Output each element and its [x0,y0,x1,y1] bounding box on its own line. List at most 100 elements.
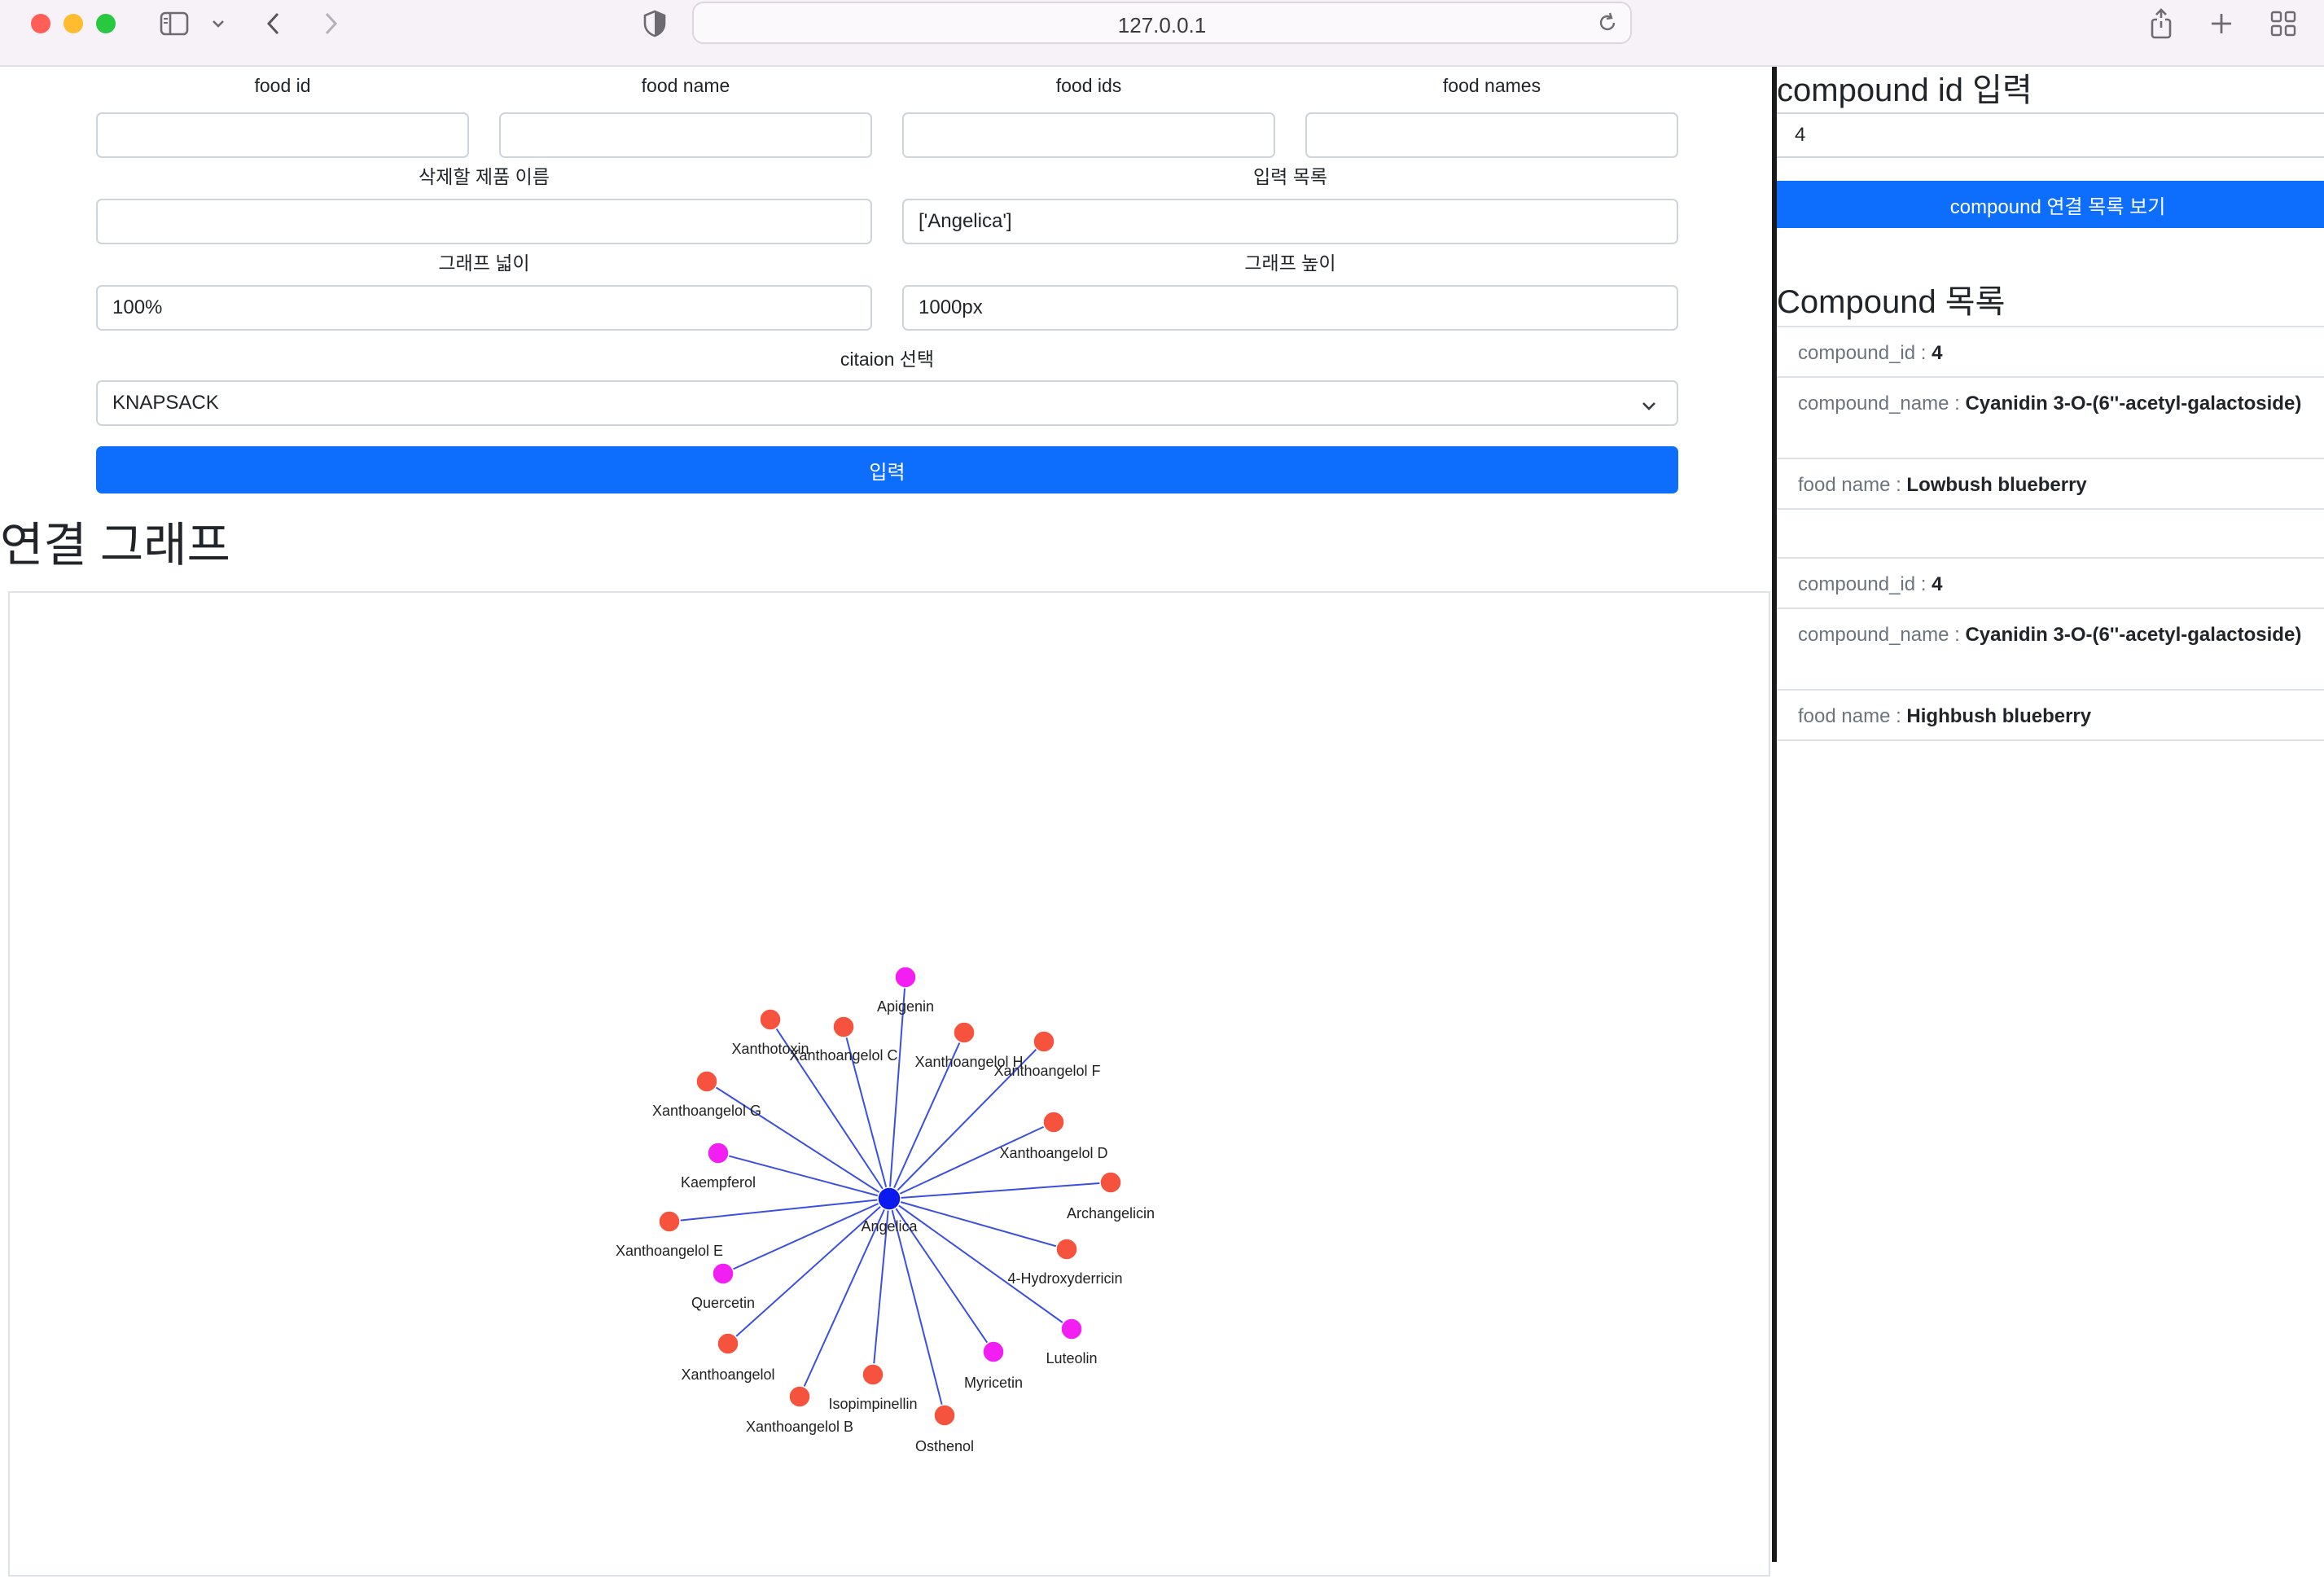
graph-node-label: Xanthoangelol C [789,1047,897,1064]
list-item: compound_name : Cyanidin 3-O-(6''-acetyl… [1777,376,2324,458]
list-item: food name : Lowbush blueberry [1777,458,2324,508]
list-divider [1777,739,2324,741]
food-ids-input[interactable] [902,112,1275,158]
food-name-value: Lowbush blueberry [1906,474,2087,496]
graph-node[interactable] [717,1332,739,1355]
compound-id-value: 4 [1932,573,1943,595]
share-icon[interactable] [2145,7,2177,41]
graph-center-label: Angelica [861,1218,918,1235]
list-item: compound_id : 4 [1777,326,2324,376]
privacy-shield-icon[interactable] [638,7,671,41]
graph-node-label: Quercetin [691,1295,755,1311]
compound-side-panel: compound id 입력 4 compound 연결 목록 보기 Compo… [1777,67,2324,1562]
graph-height-label: 그래프 높이 [1244,252,1336,274]
graph-edge [722,1198,890,1274]
graph-width-label: 그래프 넓이 [438,252,530,274]
graph-node-label: Xanthoangelol G [652,1103,761,1119]
graph-node-label: Xanthoangelol D [999,1145,1107,1161]
compound-id-value: 4 [1932,342,1943,364]
network-graph[interactable]: ApigeninXanthoangelol HXanthoangelol FXa… [10,593,1769,1575]
zoom-window-button[interactable] [96,14,116,33]
compound-name-value: Cyanidin 3-O-(6''-acetyl-galactoside) [1965,624,2302,646]
graph-edge [669,1198,890,1222]
input-list-label: 입력 목록 [1252,166,1328,187]
graph-node-label: Apigenin [877,998,934,1015]
list-item: food name : Highbush blueberry [1777,689,2324,739]
sidebar-toggle-icon[interactable] [156,7,192,41]
compound-id-title: compound id 입력 [1777,72,2032,108]
graph-node[interactable] [933,1404,956,1427]
submit-button[interactable]: 입력 [96,446,1678,493]
compound-list-title: Compound 목록 [1777,284,2006,320]
compound-name-key: compound_name : [1798,393,1966,414]
graph-node[interactable] [788,1385,811,1408]
delete-product-input[interactable] [96,199,872,244]
compound-name-key: compound_name : [1798,624,1966,646]
food-id-input[interactable] [96,112,469,158]
browser-toolbar: 127.0.0.1 [0,0,2324,67]
graph-width-input[interactable]: 100% [96,285,872,331]
graph-node-label: Xanthoangelol E [616,1243,723,1259]
citation-select[interactable]: KNAPSACK [96,380,1678,426]
food-ids-label: food ids [1055,75,1122,96]
reload-icon[interactable] [1596,11,1619,38]
graph-edge [888,1182,1112,1200]
minimize-window-button[interactable] [64,14,83,33]
graph-node[interactable] [862,1363,884,1386]
graph-node[interactable] [1099,1171,1122,1194]
chevron-down-icon[interactable] [208,7,228,41]
graph-center-node[interactable] [877,1186,901,1211]
graph-node[interactable] [712,1262,734,1285]
graph-node-label: Isopimpinellin [828,1396,917,1412]
address-bar[interactable]: 127.0.0.1 [692,2,1632,44]
graph-node-label: Myricetin [964,1375,1023,1391]
list-item: compound_name : Cyanidin 3-O-(6''-acetyl… [1777,607,2324,689]
graph-node[interactable] [894,966,917,989]
food-name-key: food name : [1798,705,1907,727]
graph-node[interactable] [759,1008,782,1031]
graph-node[interactable] [695,1070,718,1093]
citation-label: citaion 선택 [840,349,935,370]
citation-selected-value: KNAPSACK [112,392,219,414]
list-item: compound_id : 4 [1777,557,2324,607]
food-names-label: food names [1442,75,1541,96]
forward-icon[interactable] [316,7,345,41]
input-list-field[interactable]: ['Angelica'] [902,199,1678,244]
food-id-label: food id [254,75,311,96]
graph-node-label: Xanthoangelol B [746,1419,853,1435]
delete-product-label: 삭제할 제품 이름 [419,166,550,187]
graph-node[interactable] [982,1340,1005,1363]
graph-node-label: Osthenol [915,1438,974,1454]
url-text: 127.0.0.1 [1117,13,1207,37]
back-icon[interactable] [259,7,288,41]
graph-node[interactable] [1060,1318,1083,1340]
graph-node-label: Xanthoangelol [681,1366,774,1383]
graph-title: 연결 그래프 [0,519,230,572]
compound-id-input[interactable]: 4 [1777,112,2324,158]
chevron-down-icon [1641,395,1657,418]
graph-node[interactable] [658,1210,681,1233]
graph-node[interactable] [1042,1111,1065,1134]
graph-node-label: Kaempferol [681,1174,756,1191]
graph-node[interactable] [1033,1030,1055,1053]
food-name-input[interactable] [499,112,872,158]
graph-height-input[interactable]: 1000px [902,285,1678,331]
food-names-input[interactable] [1305,112,1678,158]
graph-node-label: 4-Hydroxyderricin [1007,1270,1122,1287]
graph-node-label: Archangelicin [1067,1205,1155,1222]
graph-node[interactable] [953,1021,976,1044]
food-name-key: food name : [1798,474,1907,496]
close-window-button[interactable] [31,14,50,33]
new-tab-icon[interactable] [2205,7,2238,41]
compound-name-value: Cyanidin 3-O-(6''-acetyl-galactoside) [1965,393,2302,414]
show-compound-list-button[interactable]: compound 연결 목록 보기 [1777,181,2324,228]
graph-node-label: Xanthoangelol F [993,1063,1100,1079]
food-name-label: food name [641,75,730,96]
graph-node[interactable] [707,1142,730,1165]
graph-node[interactable] [832,1015,855,1038]
tab-overview-icon[interactable] [2265,7,2301,41]
graph-canvas[interactable]: Apigenin Xanthoangelol H Xanthoangelol F Xa… [8,591,1770,1577]
food-name-value: Highbush blueberry [1906,705,2092,727]
graph-node-label: Luteolin [1046,1350,1097,1366]
graph-node[interactable] [1055,1238,1078,1261]
